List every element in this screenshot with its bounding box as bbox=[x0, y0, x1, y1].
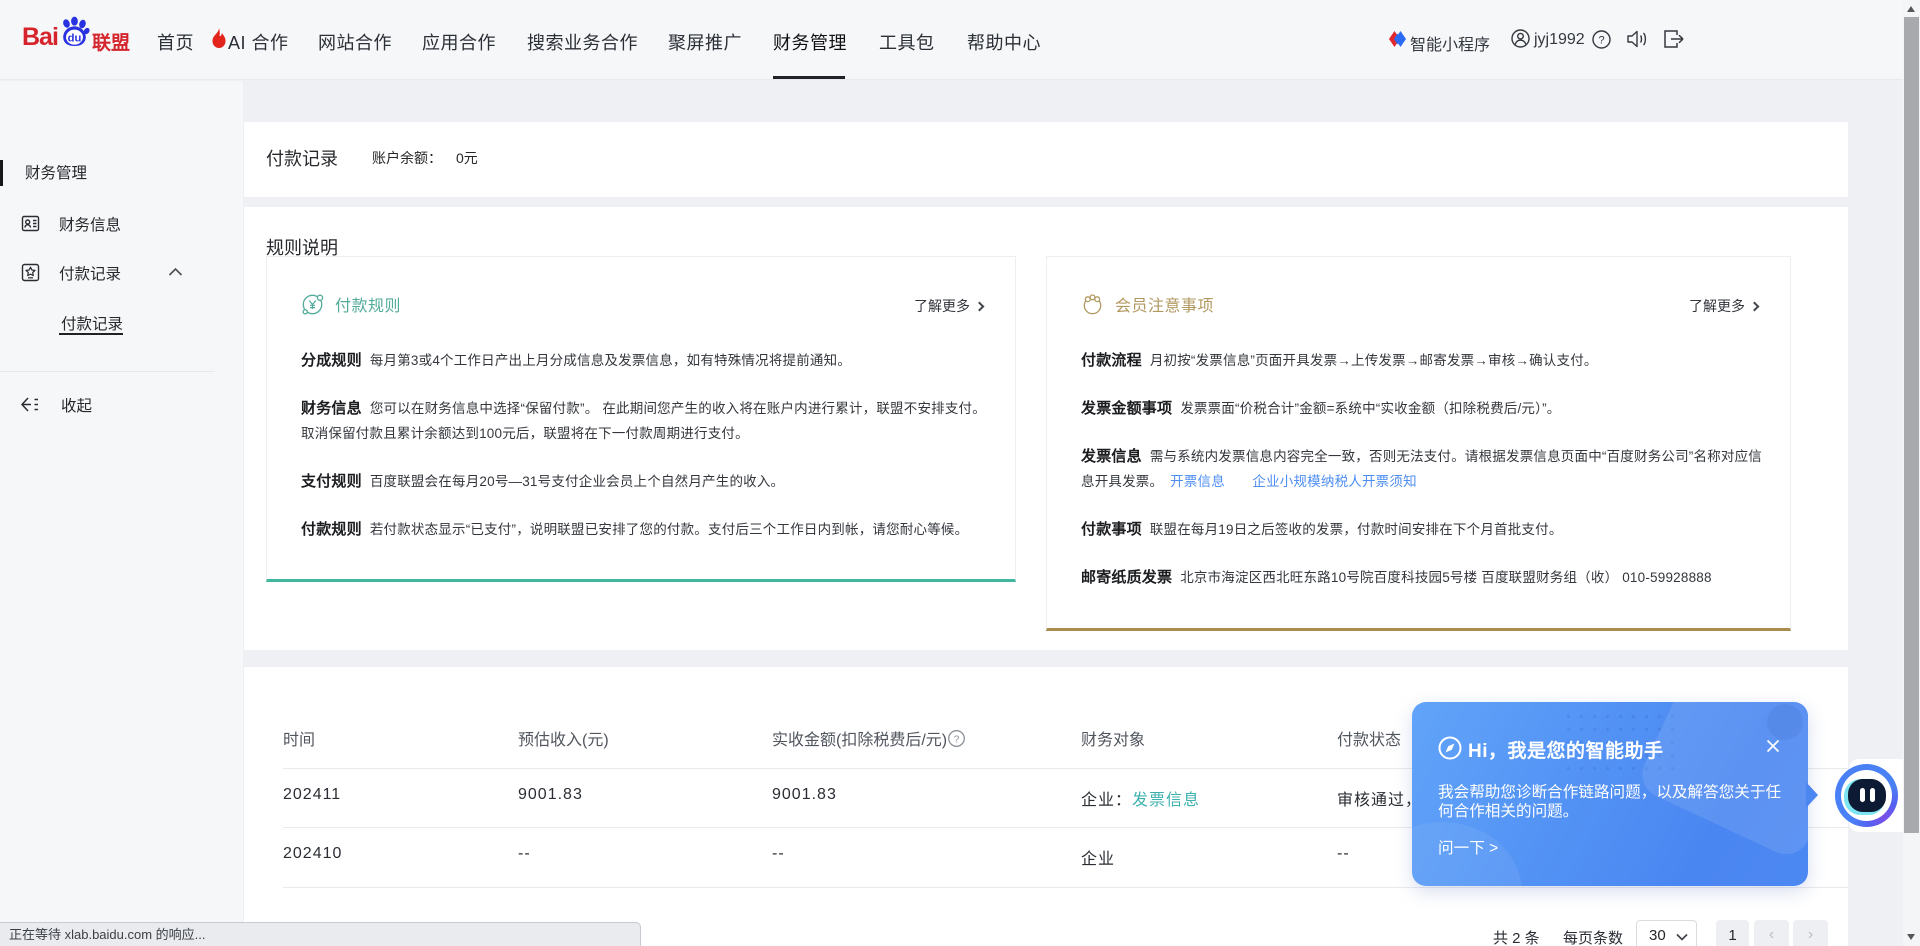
svg-text:du: du bbox=[68, 32, 82, 44]
svg-text:?: ? bbox=[1598, 34, 1604, 46]
svg-text:?: ? bbox=[954, 734, 960, 745]
